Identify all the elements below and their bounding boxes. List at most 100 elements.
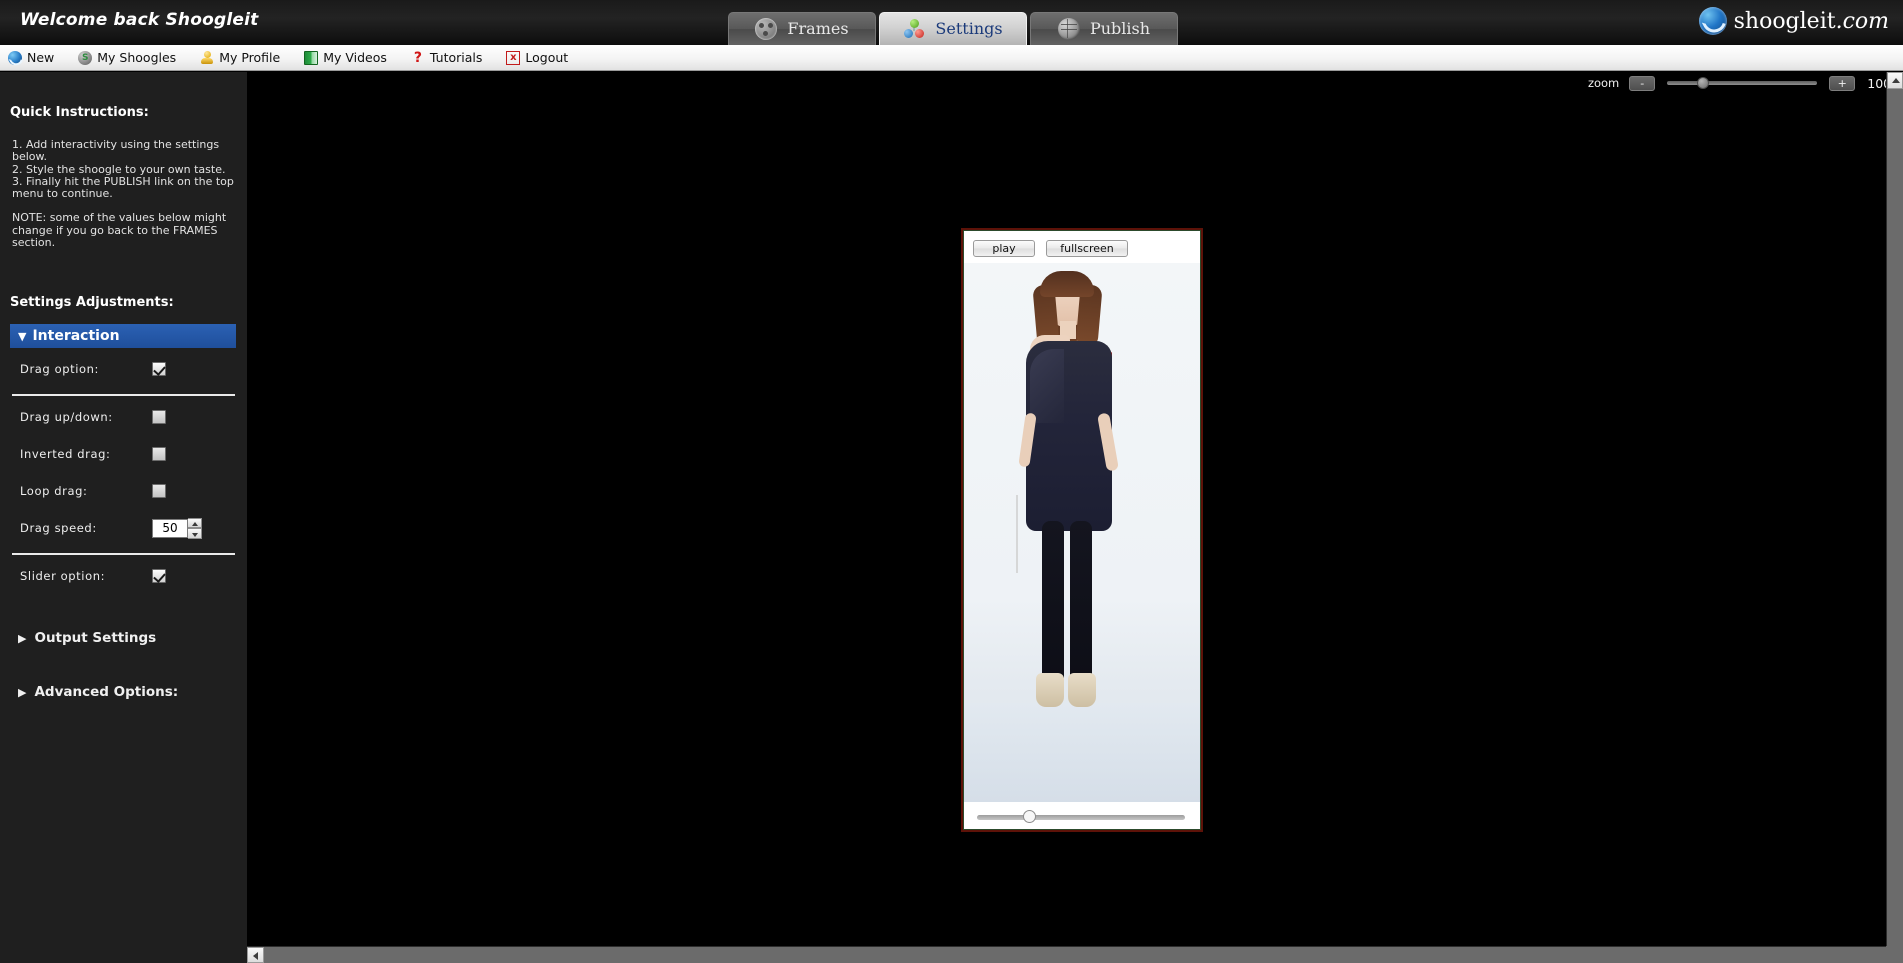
brand-tld: .com <box>1835 8 1889 34</box>
drag-option-label: Drag option: <box>20 362 100 377</box>
preview-toolbar: play fullscreen <box>963 230 1201 263</box>
inverted-drag-checkbox[interactable] <box>152 447 166 462</box>
drag-speed-label: Drag speed: <box>20 521 97 536</box>
drag-speed-input[interactable]: 50 <box>152 518 188 538</box>
film-reel-icon <box>755 18 778 40</box>
preview-canvas: zoom - + 100% play fullscreen <box>247 72 1903 963</box>
menu-item-my-profile-label: My Profile <box>219 50 281 65</box>
play-button[interactable]: play <box>973 240 1035 257</box>
instructions-steps: 1. Add interactivity using the settings … <box>12 138 234 201</box>
settings-adjustments-title: Settings Adjustments: <box>10 295 174 311</box>
menu-item-my-videos[interactable]: My Videos <box>304 47 387 69</box>
main-tab-bar: Frames Settings Publish <box>728 12 1181 45</box>
frame-slider-thumb[interactable] <box>1023 810 1036 823</box>
tab-settings[interactable]: Settings <box>879 12 1027 45</box>
inverted-drag-label: Inverted drag: <box>20 447 111 462</box>
accordion-advanced-options-label: Advanced Options: <box>34 684 179 701</box>
accordion-output-settings[interactable]: ▶ Output Settings <box>10 630 237 646</box>
accordion-output-settings-label: Output Settings <box>34 630 157 647</box>
close-box-icon <box>506 50 521 65</box>
photo-shoe-right <box>1068 673 1096 707</box>
drag-speed-stepper[interactable]: 50 <box>152 517 202 539</box>
drag-updown-label: Drag up/down: <box>20 410 113 425</box>
brand-name: shoogleit <box>1733 8 1836 34</box>
photo-belt-string <box>1016 495 1018 573</box>
menu-item-my-profile[interactable]: My Profile <box>200 47 280 69</box>
accordion-advanced-options[interactable]: ▶ Advanced Options: <box>10 684 237 700</box>
tab-frames-label: Frames <box>787 18 849 38</box>
menu-item-tutorials-label: Tutorials <box>429 50 483 65</box>
frame-slider-track[interactable] <box>977 810 1185 823</box>
chevron-right-icon: ▶ <box>18 632 27 646</box>
menu-item-new-label: New <box>27 50 55 65</box>
quick-instructions-title: Quick Instructions: <box>10 105 149 120</box>
row-drag-speed: Drag speed: 50 <box>10 512 237 544</box>
menu-item-tutorials[interactable]: Tutorials <box>411 47 482 69</box>
vertical-scrollbar[interactable] <box>1886 72 1903 946</box>
tab-settings-label: Settings <box>935 18 1003 38</box>
menu-item-my-videos-label: My Videos <box>323 50 387 65</box>
photo-leg-left <box>1042 521 1064 681</box>
menu-item-logout-label: Logout <box>525 50 569 65</box>
tab-publish[interactable]: Publish <box>1030 12 1178 45</box>
row-drag-updown: Drag up/down: <box>10 401 237 433</box>
photo-hair-fringe <box>1040 271 1094 297</box>
chevron-up-icon <box>1892 78 1900 83</box>
accordion-interaction-label: Interaction <box>32 328 120 345</box>
quick-instructions-text: 1. Add interactivity using the settings … <box>10 138 237 250</box>
scrollbar-corner <box>1886 946 1903 963</box>
zoom-label: zoom <box>1587 76 1620 90</box>
photo-leg-right <box>1070 521 1092 681</box>
photo-floor <box>964 703 1200 802</box>
menu-item-my-shoogles[interactable]: My Shoogles <box>78 47 176 69</box>
shoogle-preview-panel[interactable]: play fullscreen <box>961 228 1203 832</box>
model-photo[interactable] <box>964 263 1200 802</box>
drag-updown-checkbox[interactable] <box>152 410 166 425</box>
video-book-icon <box>304 50 319 65</box>
settings-balls-icon <box>903 18 925 40</box>
zoom-in-button[interactable]: + <box>1829 75 1856 91</box>
chevron-down-icon: ▼ <box>18 330 27 344</box>
tab-frames[interactable]: Frames <box>728 12 876 45</box>
accordion-interaction[interactable]: ▼ Interaction <box>10 324 236 349</box>
photo-dress-fold <box>1030 349 1064 423</box>
settings-sidebar: Quick Instructions: 1. Add interactivity… <box>0 72 247 963</box>
row-drag-option: Drag option: <box>10 353 237 385</box>
drag-speed-increment-button[interactable] <box>188 517 202 529</box>
loop-drag-label: Loop drag: <box>20 484 88 499</box>
new-swirl-icon <box>8 50 22 65</box>
tab-publish-label: Publish <box>1089 18 1151 38</box>
zoom-slider-thumb[interactable] <box>1697 77 1710 89</box>
scroll-up-button[interactable] <box>1887 72 1903 89</box>
scroll-left-button[interactable] <box>247 947 264 963</box>
drag-option-checkbox[interactable] <box>152 362 166 377</box>
divider-2 <box>12 553 235 556</box>
menu-item-new[interactable]: New <box>8 47 54 69</box>
chevron-left-icon <box>253 952 258 960</box>
app-header: Welcome back Shoogleit Frames Settings P… <box>0 0 1903 45</box>
shoogles-disc-icon <box>78 50 93 65</box>
zoom-control: zoom - + 100% <box>1588 72 1903 94</box>
brand-logo[interactable]: shoogleit.com <box>1698 4 1889 38</box>
main-menu-bar: New My Shoogles My Profile My Videos Tut… <box>0 45 1903 71</box>
fullscreen-button[interactable]: fullscreen <box>1046 240 1128 257</box>
zoom-slider-track[interactable] <box>1667 77 1818 89</box>
drag-speed-spin-buttons <box>188 517 202 539</box>
instructions-note: NOTE: some of the values below might cha… <box>12 211 227 250</box>
row-inverted-drag: Inverted drag: <box>10 438 237 470</box>
photo-shoe-left <box>1036 673 1064 707</box>
row-loop-drag: Loop drag: <box>10 475 237 507</box>
chevron-right-icon: ▶ <box>18 686 27 700</box>
loop-drag-checkbox[interactable] <box>152 484 166 499</box>
row-slider-option: Slider option: <box>10 560 237 592</box>
welcome-title: Welcome back Shoogleit <box>20 10 259 30</box>
slider-option-checkbox[interactable] <box>152 569 166 584</box>
divider-1 <box>12 394 235 397</box>
drag-speed-decrement-button[interactable] <box>188 528 202 539</box>
horizontal-scrollbar[interactable] <box>247 946 1886 963</box>
interaction-panel: Drag option: Drag up/down: Inverted drag… <box>10 353 237 592</box>
menu-item-logout[interactable]: Logout <box>506 47 568 69</box>
brand-text: shoogleit.com <box>1734 9 1889 34</box>
slider-option-label: Slider option: <box>20 569 106 584</box>
zoom-out-button[interactable]: - <box>1629 75 1656 91</box>
